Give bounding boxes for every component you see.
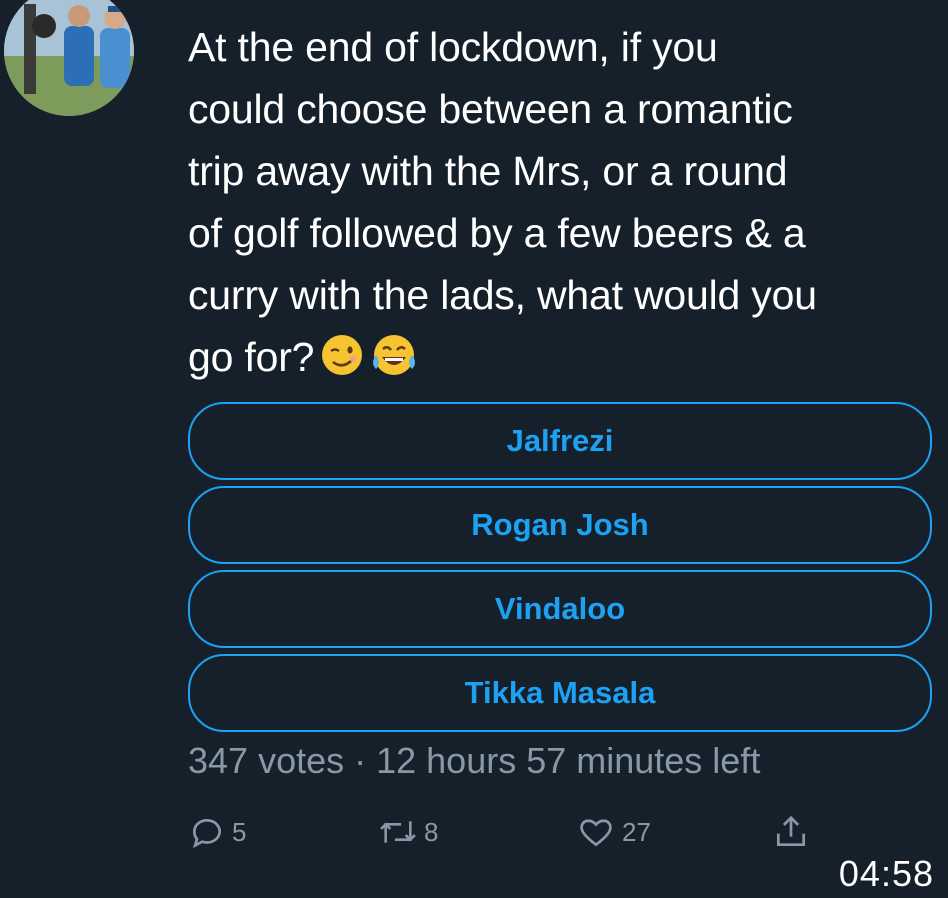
like-count: 27 (622, 816, 651, 847)
status-time: 04:58 (838, 853, 934, 894)
poll-option-tikka-masala[interactable]: Tikka Masala (188, 654, 932, 732)
reply-count: 5 (232, 816, 247, 847)
heart-icon (580, 819, 612, 847)
poll-option-jalfrezi[interactable]: Jalfrezi (188, 402, 932, 480)
reply-icon (192, 818, 221, 849)
poll-option-rogan-josh[interactable]: Rogan Josh (188, 486, 932, 564)
reply-button[interactable]: 5 (188, 812, 246, 852)
like-button[interactable]: 27 (576, 812, 651, 852)
retweet-count: 8 (424, 816, 439, 847)
retweet-button[interactable]: 8 (378, 812, 438, 852)
avatar[interactable] (4, 0, 134, 116)
tweet-body: At the end of lockdown, if you could cho… (188, 24, 817, 380)
tears-of-joy-emoji (370, 332, 418, 394)
poll-option-vindaloo[interactable]: Vindaloo (188, 570, 932, 648)
poll-option-label: Rogan Josh (471, 507, 649, 542)
poll-option-label: Vindaloo (494, 591, 626, 626)
share-icon (776, 815, 806, 847)
share-button[interactable] (772, 812, 810, 852)
poll-option-label: Tikka Masala (464, 675, 656, 710)
poll-meta: 347 votes · 12 hours 57 minutes left (188, 740, 761, 781)
tweet-actions: 5 8 27 (188, 812, 828, 856)
winking-face-emoji (320, 332, 364, 394)
poll-option-label: Jalfrezi (506, 423, 614, 458)
retweet-icon (380, 821, 416, 843)
tweet-text: At the end of lockdown, if you could cho… (188, 16, 938, 394)
poll: Jalfrezi Rogan Josh Vindaloo Tikka Masal… (188, 402, 932, 738)
